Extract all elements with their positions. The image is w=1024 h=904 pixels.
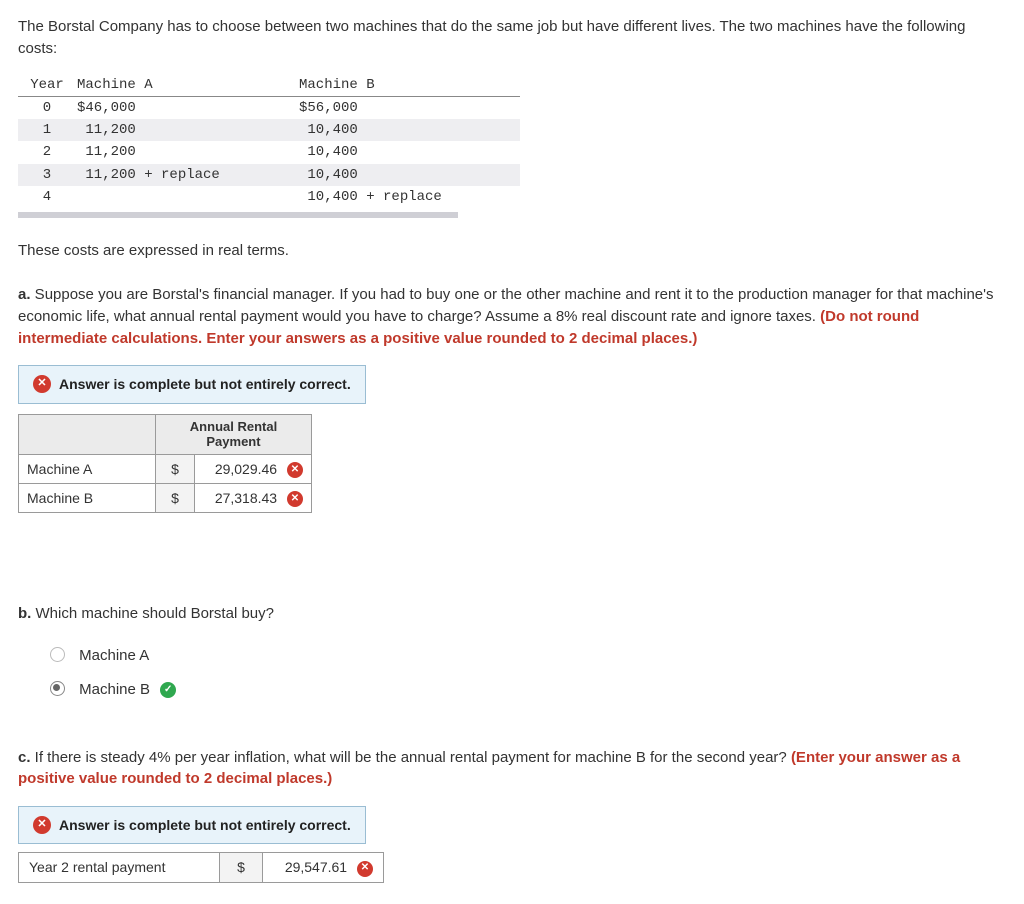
wrong-icon: ✕	[33, 816, 51, 834]
part-c-text: If there is steady 4% per year inflation…	[31, 749, 791, 766]
answer-label: Year 2 rental payment	[19, 853, 220, 882]
choice-machine-b[interactable]: Machine B ✓	[50, 673, 1006, 707]
problem-intro: The Borstal Company has to choose betwee…	[18, 16, 1006, 60]
wrong-icon: ✕	[357, 861, 373, 877]
answer-value: 27,318.43	[215, 490, 277, 506]
costs-table-wrap: Year Machine A Machine B 0 $46,000 $56,0…	[18, 74, 1006, 219]
answer-row-machine-b: Machine B $ 27,318.43 ✕	[19, 484, 312, 513]
feedback-banner-c: ✕ Answer is complete but not entirely co…	[18, 806, 366, 844]
table-divider	[18, 212, 458, 218]
part-a-label: a.	[18, 286, 31, 303]
correct-icon: ✓	[160, 682, 176, 698]
wrong-icon: ✕	[287, 491, 303, 507]
table-row: 3 11,200 + replace 10,400	[18, 164, 520, 186]
table-row: 4 10,400 + replace	[18, 186, 520, 208]
wrong-icon: ✕	[33, 375, 51, 393]
currency-symbol: $	[156, 484, 195, 513]
answer-value: 29,029.46	[215, 461, 277, 477]
currency-symbol: $	[156, 454, 195, 483]
col-header-machine-a: Machine A	[76, 74, 298, 97]
part-b-choices: Machine A Machine B ✓	[50, 639, 1006, 707]
answer-value-cell[interactable]: 29,029.46 ✕	[195, 454, 312, 483]
table-row: 2 11,200 10,400	[18, 141, 520, 163]
radio-icon[interactable]	[50, 647, 65, 662]
answer-value-cell[interactable]: 27,318.43 ✕	[195, 484, 312, 513]
part-c-label: c.	[18, 749, 31, 766]
answer-value: 29,547.61	[285, 859, 347, 875]
col-header-machine-b: Machine B	[298, 74, 520, 97]
answer-label: Machine B	[19, 484, 156, 513]
currency-symbol: $	[220, 853, 263, 882]
part-c: c. If there is steady 4% per year inflat…	[18, 747, 1006, 791]
answer-row-machine-a: Machine A $ 29,029.46 ✕	[19, 454, 312, 483]
part-b-label: b.	[18, 605, 31, 622]
answer-label: Machine A	[19, 454, 156, 483]
wrong-icon: ✕	[287, 462, 303, 478]
choice-label: Machine A	[79, 647, 149, 664]
real-terms-note: These costs are expressed in real terms.	[18, 240, 1006, 262]
answer-table-a: Annual Rental Payment Machine A $ 29,029…	[18, 414, 312, 514]
feedback-text: Answer is complete but not entirely corr…	[59, 374, 351, 394]
part-b: b. Which machine should Borstal buy?	[18, 603, 1006, 625]
table-row: 1 11,200 10,400	[18, 119, 520, 141]
costs-table: Year Machine A Machine B 0 $46,000 $56,0…	[18, 74, 520, 209]
part-a: a. Suppose you are Borstal's financial m…	[18, 284, 1006, 349]
part-b-text: Which machine should Borstal buy?	[31, 605, 274, 622]
answer-table-c: Year 2 rental payment $ 29,547.61 ✕	[18, 852, 384, 882]
radio-icon[interactable]	[50, 681, 65, 696]
choice-machine-a[interactable]: Machine A	[50, 639, 1006, 673]
answer-header-blank	[19, 414, 156, 454]
answer-row-year2: Year 2 rental payment $ 29,547.61 ✕	[19, 853, 384, 882]
col-header-year: Year	[18, 74, 76, 97]
choice-label: Machine B	[79, 681, 150, 698]
answer-header: Annual Rental Payment	[156, 414, 312, 454]
feedback-text: Answer is complete but not entirely corr…	[59, 815, 351, 835]
feedback-banner-a: ✕ Answer is complete but not entirely co…	[18, 365, 366, 403]
answer-value-cell[interactable]: 29,547.61 ✕	[263, 853, 384, 882]
table-row: 0 $46,000 $56,000	[18, 96, 520, 119]
